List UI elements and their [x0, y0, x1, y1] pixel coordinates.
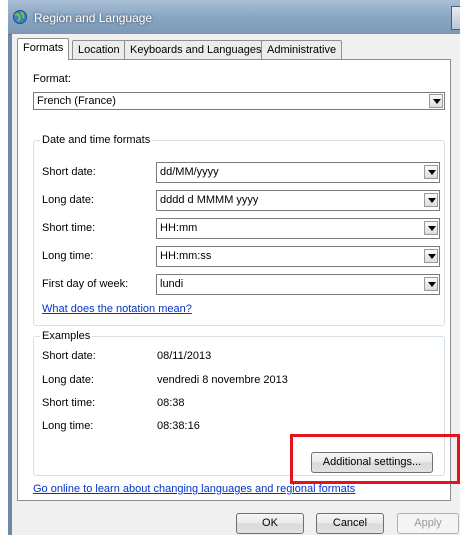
short-date-label: Short date: — [42, 166, 96, 178]
short-time-select[interactable]: HH:mm — [156, 218, 440, 239]
format-select[interactable]: French (France) — [33, 92, 445, 110]
example-long-date-label: Long date: — [42, 374, 94, 386]
example-short-time-label: Short time: — [42, 397, 96, 409]
highlight-box — [290, 434, 460, 484]
tab-keyboards-and-languages[interactable]: Keyboards and Languages — [124, 40, 268, 59]
first-day-of-week-value: lundi — [160, 278, 184, 290]
notation-help-link[interactable]: What does the notation mean? — [42, 303, 192, 315]
example-long-date-value: vendredi 8 novembre 2013 — [157, 374, 288, 386]
long-date-value: dddd d MMMM yyyy — [160, 194, 259, 206]
apply-button[interactable]: Apply — [397, 513, 459, 534]
example-long-time-label: Long time: — [42, 420, 94, 432]
long-time-value: HH:mm:ss — [160, 250, 212, 262]
short-date-select[interactable]: dd/MM/yyyy — [156, 162, 440, 183]
example-short-time-value: 08:38 — [157, 397, 185, 409]
online-help-link[interactable]: Go online to learn about changing langua… — [33, 483, 355, 495]
title-bar[interactable]: Region and Language — [8, 0, 460, 35]
date-time-formats-legend: Date and time formats — [42, 134, 151, 146]
first-day-of-week-select[interactable]: lundi — [156, 274, 440, 295]
format-value: French (France) — [37, 95, 116, 107]
long-time-label: Long time: — [42, 250, 94, 262]
chevron-down-icon[interactable] — [424, 221, 438, 235]
ok-button[interactable]: OK — [236, 513, 304, 534]
short-time-value: HH:mm — [160, 222, 198, 234]
window-title: Region and Language — [34, 11, 153, 25]
chevron-down-icon[interactable] — [424, 193, 438, 207]
long-date-select[interactable]: dddd d MMMM yyyy — [156, 190, 440, 211]
short-time-label: Short time: — [42, 222, 96, 234]
chevron-down-icon[interactable] — [429, 94, 443, 108]
long-date-label: Long date: — [42, 194, 94, 206]
chevron-down-icon[interactable] — [424, 249, 438, 263]
example-long-time-value: 08:38:16 — [157, 420, 200, 432]
tab-location[interactable]: Location — [72, 40, 126, 59]
globe-icon — [13, 10, 27, 24]
close-button[interactable] — [451, 6, 460, 30]
example-short-date-value: 08/11/2013 — [157, 350, 212, 362]
chevron-down-icon[interactable] — [424, 277, 438, 291]
tab-administrative[interactable]: Administrative — [261, 40, 343, 59]
long-time-select[interactable]: HH:mm:ss — [156, 246, 440, 267]
short-date-value: dd/MM/yyyy — [160, 166, 219, 178]
examples-legend: Examples — [42, 330, 91, 342]
example-short-date-label: Short date: — [42, 350, 96, 362]
first-day-of-week-label: First day of week: — [42, 278, 129, 290]
tab-formats[interactable]: Formats — [17, 38, 70, 60]
chevron-down-icon[interactable] — [424, 165, 438, 179]
cancel-button[interactable]: Cancel — [316, 513, 384, 534]
format-label: Format: — [33, 73, 71, 85]
